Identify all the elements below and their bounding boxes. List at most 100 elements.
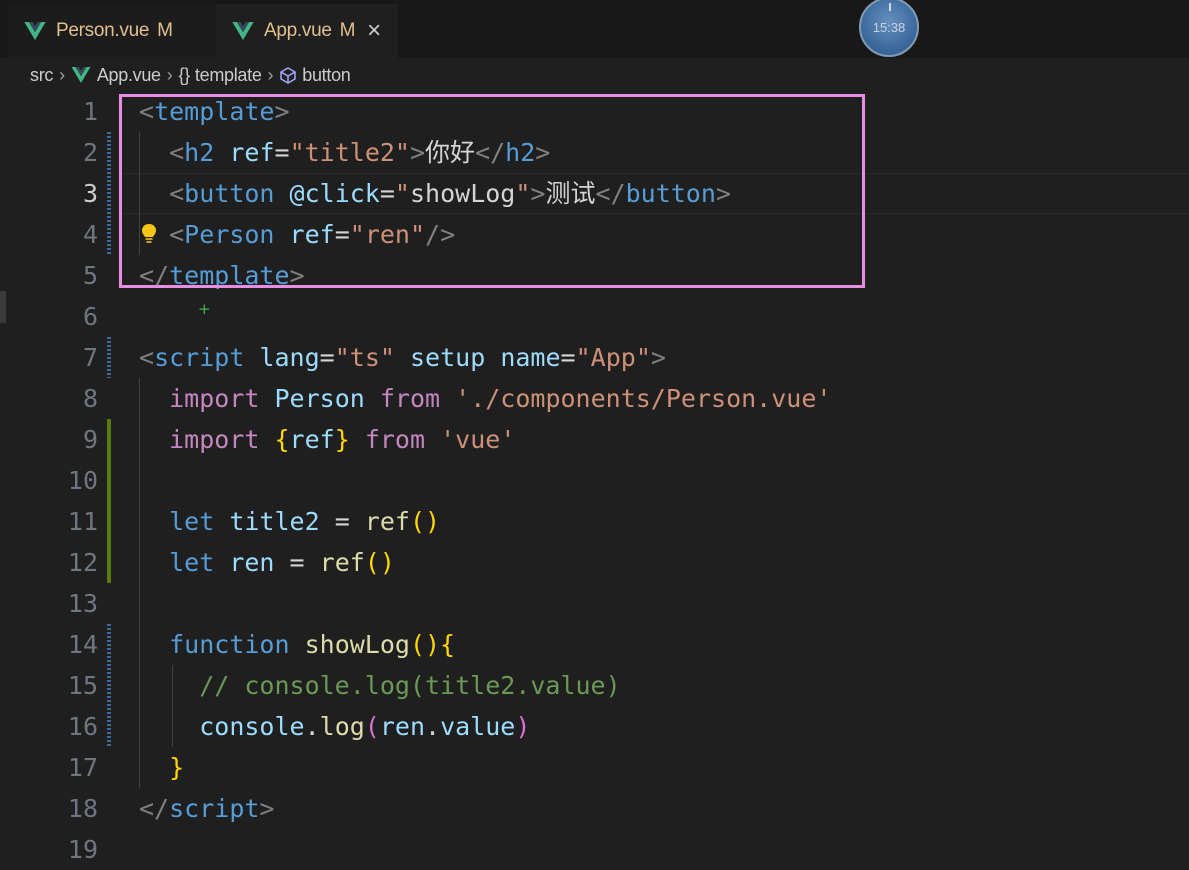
code-token: ren [229, 548, 275, 577]
code-line[interactable]: 18 </script> [0, 788, 1189, 829]
code-token: title2 [229, 507, 320, 536]
code-line[interactable]: 17 } [0, 747, 1189, 788]
code-text: function showLog(){ [139, 624, 455, 665]
vue-logo-icon [71, 67, 91, 83]
code-line[interactable]: 6 [0, 296, 1189, 337]
add-cursor-marker: + [198, 300, 211, 318]
code-token: = [319, 507, 365, 536]
code-token: < [139, 343, 155, 372]
code-token: import [169, 425, 260, 454]
code-token: { [274, 425, 290, 454]
code-token: './components/Person.vue' [455, 384, 832, 413]
code-token: "ts" [334, 343, 395, 372]
breadcrumb-file[interactable]: App.vue [97, 65, 161, 86]
code-token: import [169, 384, 260, 413]
code-token: ref [319, 548, 365, 577]
breadcrumb: src › App.vue › {} template › button [0, 58, 1189, 92]
line-number: 19 [67, 835, 98, 864]
code-token: ( [364, 712, 380, 741]
code-token: } [334, 425, 350, 454]
chevron-right-icon: › [166, 64, 173, 85]
code-token: (){ [409, 630, 456, 659]
line-number: 7 [82, 343, 98, 372]
chevron-right-icon: › [59, 64, 65, 85]
code-text: } [139, 747, 184, 788]
code-token: script [169, 794, 260, 823]
code-token: ref [364, 507, 410, 536]
close-icon[interactable]: × [367, 19, 381, 43]
chevron-right-icon: › [267, 64, 274, 85]
clock-widget[interactable]: 15:38 [859, 0, 919, 57]
code-token: 'vue' [440, 425, 516, 454]
line-number: 2 [82, 138, 98, 167]
modified-indicator: M [339, 20, 356, 41]
braces-icon: {} [178, 64, 190, 85]
code-line[interactable]: 16 console.log(ren.value) [0, 706, 1189, 747]
code-line[interactable]: 12 let ren = ref() [0, 542, 1189, 583]
vue-logo-icon [232, 22, 254, 40]
code-line[interactable]: 9 import {ref} from 'vue' [0, 419, 1189, 460]
code-token: > [650, 343, 666, 372]
line-number: 14 [67, 630, 98, 659]
code-line[interactable]: 11 let title2 = ref() [0, 501, 1189, 542]
code-line[interactable]: 13 [0, 583, 1189, 624]
line-number: 5 [82, 261, 98, 290]
code-token: lang [259, 343, 320, 372]
code-line[interactable]: 10 [0, 460, 1189, 501]
code-token: > [259, 794, 275, 823]
breadcrumb-button[interactable]: button [302, 65, 351, 86]
tab-person-vue[interactable]: Person.vue M [8, 4, 216, 58]
line-number: 10 [67, 466, 98, 495]
code-token: from [379, 384, 441, 413]
code-text: let title2 = ref() [139, 501, 440, 542]
code-token: </ [139, 794, 170, 823]
code-text: let ren = ref() [139, 542, 395, 583]
breadcrumb-folder[interactable]: src [30, 65, 53, 86]
code-text: import Person from './components/Person.… [139, 378, 831, 419]
line-number: 16 [67, 712, 98, 741]
code-token: name [500, 343, 561, 372]
code-line[interactable]: 19 [0, 829, 1189, 870]
code-token: = [560, 343, 576, 372]
cube-icon [280, 67, 296, 84]
code-text: console.log(ren.value) [139, 706, 530, 747]
breadcrumb-template[interactable]: template [195, 65, 262, 86]
code-token: let [169, 548, 215, 577]
code-token: () [364, 548, 395, 577]
code-line[interactable]: 15 // console.log(title2.value) [0, 665, 1189, 706]
line-number: 12 [67, 548, 98, 577]
code-editor[interactable]: 1 <template> 2 <h2 ref="title2">你好</h2> 3 <… [0, 91, 1189, 864]
code-token: Person [274, 384, 365, 413]
tab-label: Person.vue [56, 20, 150, 41]
line-number: 1 [82, 97, 98, 126]
line-number: 17 [67, 753, 98, 782]
code-line[interactable]: 7 <script lang="ts" setup name="App"> [0, 337, 1189, 378]
line-number: 3 [82, 179, 98, 208]
tab-bar: Person.vue M App.vue M × 15:38 [0, 0, 1189, 58]
tab-app-vue[interactable]: App.vue M × [216, 4, 398, 58]
code-line[interactable]: 8 import Person from './components/Perso… [0, 378, 1189, 419]
code-token: = [274, 548, 320, 577]
code-line[interactable]: 14 function showLog(){ [0, 624, 1189, 665]
code-token: log [319, 712, 365, 741]
line-number: 9 [82, 425, 98, 454]
scroll-indicator[interactable] [0, 291, 6, 323]
code-token: } [169, 753, 185, 782]
code-token: ) [515, 712, 531, 741]
line-number: 4 [82, 220, 98, 249]
line-number: 8 [82, 384, 98, 413]
